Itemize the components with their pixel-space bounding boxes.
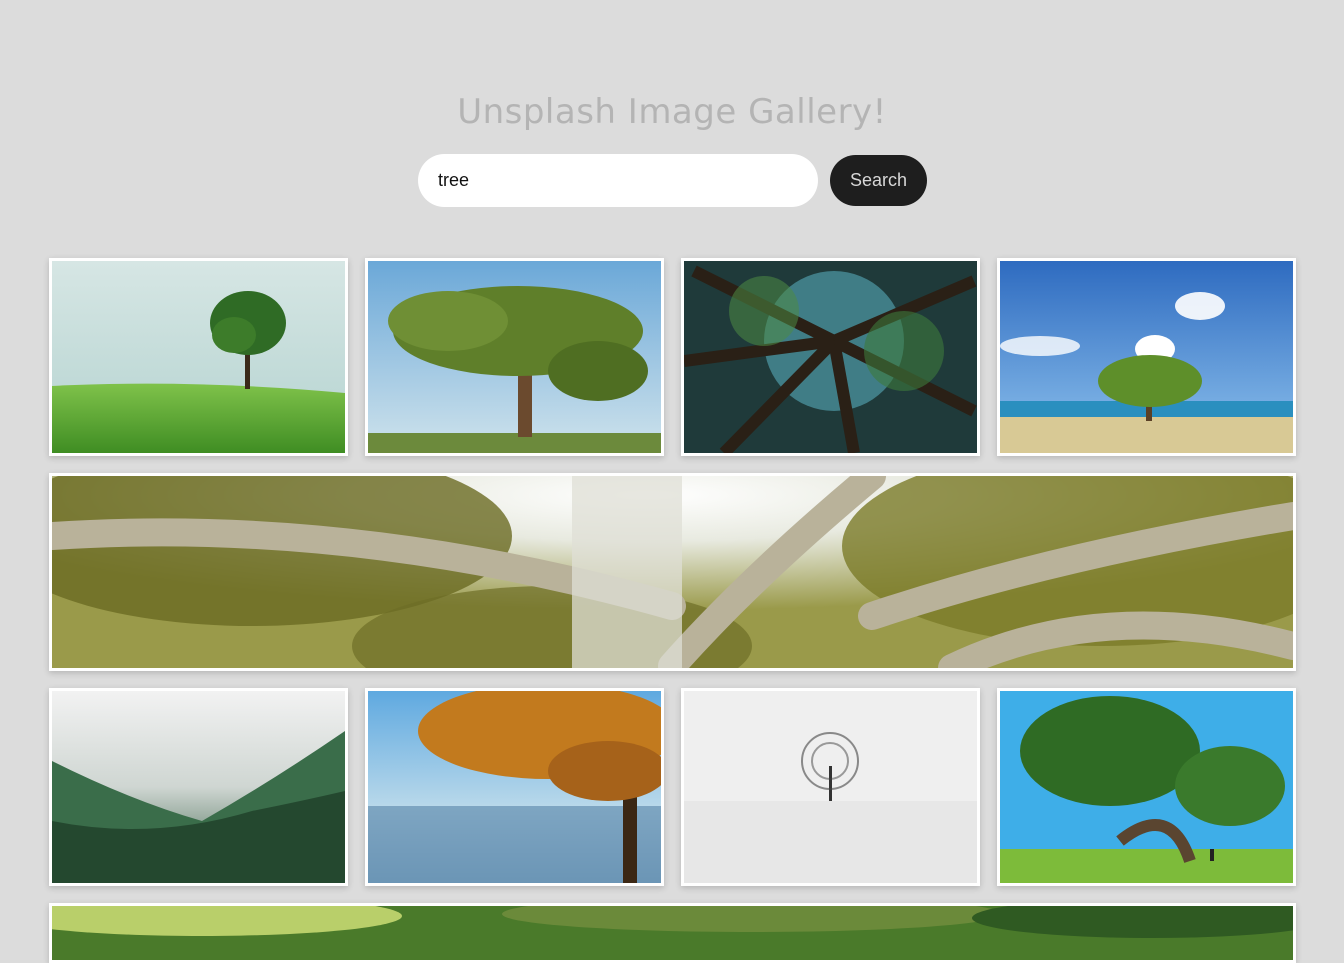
search-input[interactable] (418, 154, 818, 207)
gallery-image-5[interactable] (49, 473, 1296, 671)
gallery-image-4[interactable] (997, 258, 1296, 456)
gallery-image-8[interactable] (681, 688, 980, 886)
gallery-image-7[interactable] (365, 688, 664, 886)
page-title: Unsplash Image Gallery! (457, 92, 887, 132)
gallery-image-1[interactable] (49, 258, 348, 456)
gallery-image-9[interactable] (997, 688, 1296, 886)
gallery-image-10[interactable] (49, 903, 1296, 963)
gallery-image-3[interactable] (681, 258, 980, 456)
gallery-image-2[interactable] (365, 258, 664, 456)
search-button[interactable]: Search (830, 155, 927, 206)
gallery-image-6[interactable] (49, 688, 348, 886)
